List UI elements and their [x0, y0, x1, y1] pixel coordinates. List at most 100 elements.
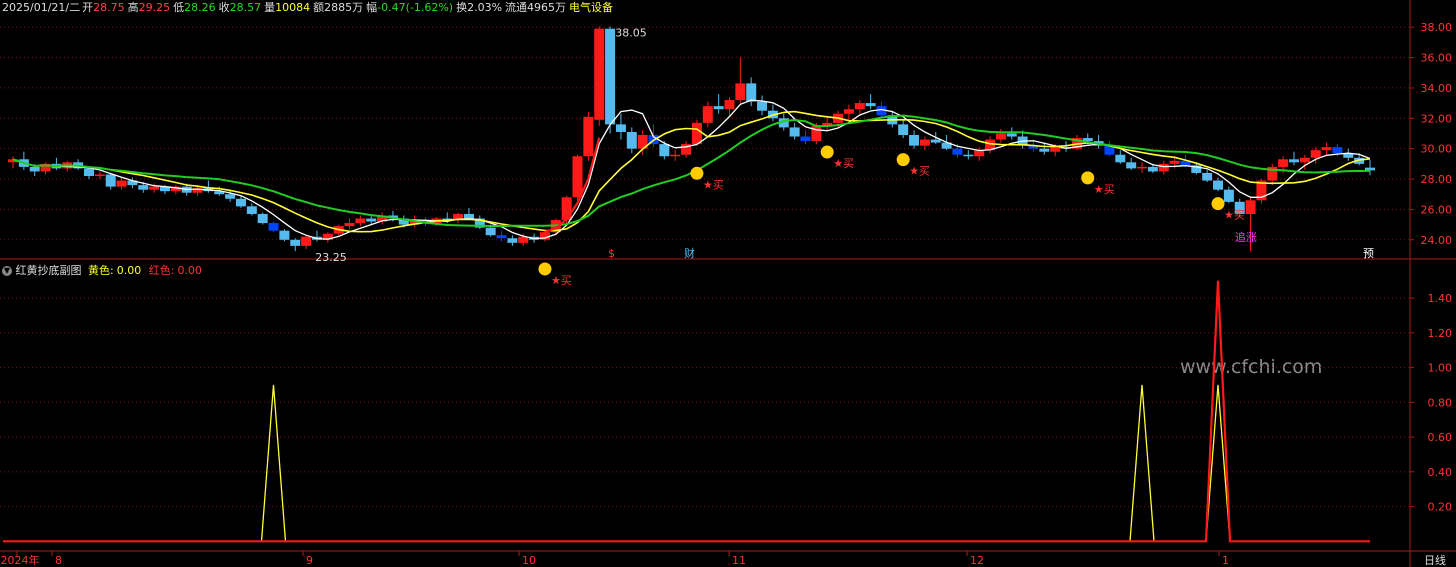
candle-body [1147, 166, 1158, 172]
buy-signal-label: ★买 [1224, 209, 1245, 222]
candle-body [290, 239, 301, 246]
candle-body [496, 235, 507, 239]
buy-signal-icon [820, 145, 834, 159]
indicator-tick-label: 0.60 [1428, 431, 1453, 444]
time-tick-label: 10 [522, 554, 536, 567]
candle-body [626, 131, 637, 149]
candle-body [919, 139, 930, 146]
candle-body [865, 103, 876, 107]
yellow-indicator-line [3, 384, 1370, 542]
candle-body [83, 168, 94, 176]
time-tick-label: 9 [306, 554, 313, 567]
candle-body [1321, 147, 1332, 151]
candle-body [789, 127, 800, 137]
indicator-tick-label: 1.40 [1428, 292, 1453, 305]
candle-body [1050, 147, 1061, 152]
candle-body [995, 133, 1006, 140]
candle-body [485, 227, 496, 236]
candle-body [854, 103, 865, 110]
time-tick-label: 2024年 [1, 553, 40, 567]
candle-body [843, 109, 854, 114]
candle-body [594, 28, 605, 120]
buy-signal-label: ★买 [833, 157, 854, 170]
candle-body [1202, 172, 1213, 181]
candle-body [105, 174, 116, 187]
candle-body [149, 186, 160, 190]
candle-body [1126, 162, 1137, 169]
candle-body [691, 122, 702, 145]
candle-body [746, 83, 757, 102]
candle-body [1006, 133, 1017, 137]
candle-body [268, 223, 279, 231]
period-label: 日线 [1424, 553, 1446, 567]
time-tick-label: 11 [732, 554, 746, 567]
candle-body [1310, 150, 1321, 158]
price-tick-label: 28.00 [1421, 173, 1453, 186]
dividend-marker: $ [608, 247, 615, 260]
price-tick-label: 24.00 [1421, 234, 1453, 247]
price-tick-label: 34.00 [1421, 82, 1453, 95]
candle-body [116, 180, 127, 187]
time-tick-label: 1 [1222, 554, 1229, 567]
candle-body [1245, 200, 1256, 214]
price-tick-label: 26.00 [1421, 203, 1453, 216]
candle-body [1278, 159, 1289, 167]
candle-body [507, 238, 518, 243]
candle-body [930, 139, 941, 143]
buy-signal-icon [1081, 171, 1095, 185]
candle-body [952, 148, 963, 155]
candle-body [1169, 160, 1180, 164]
candle-body [615, 124, 626, 132]
candle-body [246, 206, 257, 214]
candle-body [561, 197, 572, 221]
buy-signal-label: ★买 [1094, 183, 1115, 196]
candle-body [1289, 159, 1300, 163]
candle-body [583, 116, 594, 157]
buy-signal-label: ★买 [909, 165, 930, 178]
min-price-label: 23.25 [315, 251, 347, 264]
candle-body [1213, 180, 1224, 190]
candle-body [898, 124, 909, 135]
time-tick-label: 12 [970, 554, 984, 567]
candle-body [344, 223, 355, 227]
candle-body [1223, 189, 1234, 202]
candle-body [757, 101, 768, 111]
candle-body [138, 185, 149, 190]
candle-body [225, 194, 236, 199]
max-price-label: 38.05 [615, 26, 647, 39]
indicator-tick-label: 0.80 [1428, 396, 1453, 409]
buy-signal-icon [1211, 197, 1225, 211]
candle-body [963, 154, 974, 157]
candle-body [94, 174, 105, 176]
chase-signal-label: 追涨 [1235, 230, 1257, 244]
candle-body [1332, 147, 1343, 154]
candle-body [1299, 157, 1310, 163]
candle-body [518, 236, 529, 243]
candle-body [29, 166, 40, 172]
time-tick-label: 8 [55, 554, 62, 567]
candle-body [800, 136, 811, 142]
buy-signal-icon [896, 153, 910, 167]
candle-body [279, 230, 290, 240]
candle-body [301, 236, 312, 246]
candle-body [257, 213, 268, 224]
candle-body [572, 156, 583, 198]
buy-signal-icon [538, 262, 552, 276]
candle-body [235, 198, 246, 207]
red-indicator-line [3, 280, 1370, 543]
candle-body [724, 100, 735, 110]
candle-body [670, 154, 681, 157]
candle-body [1158, 163, 1169, 172]
indicator-tick-label: 0.40 [1428, 466, 1453, 479]
forecast-marker: 预 [1363, 247, 1374, 260]
indicator-tick-label: 1.00 [1428, 362, 1453, 375]
indicator-tick-label: 1.20 [1428, 327, 1453, 340]
stock-chart[interactable]: 38.00 36.00 34.00 32.00 30.00 28.00 26.00 24.00… [0, 0, 1456, 567]
candle-body [366, 218, 377, 222]
candle-body [735, 83, 746, 101]
candle-body [463, 213, 474, 219]
candle-body [909, 135, 920, 146]
indicator-tick-label: 0.20 [1428, 501, 1453, 514]
candle-body [605, 28, 616, 125]
candle-body [713, 106, 724, 110]
